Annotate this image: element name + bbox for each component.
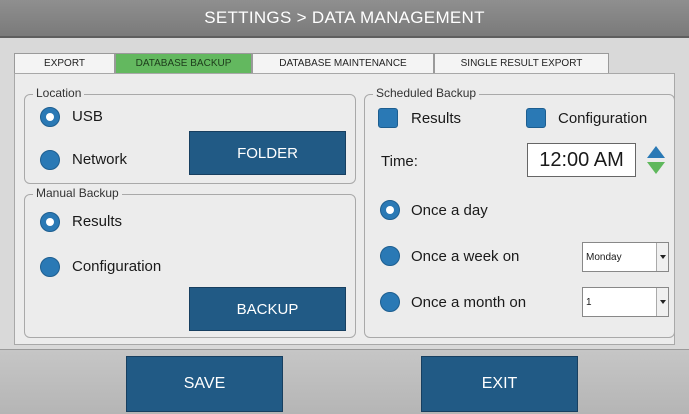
backup-button[interactable]: BACKUP <box>189 287 346 331</box>
save-button-label: SAVE <box>183 375 226 392</box>
scheduled-results-checkbox[interactable] <box>378 108 398 128</box>
month-day-value: 1 <box>586 296 592 308</box>
chevron-down-icon <box>656 243 668 271</box>
once-a-day-label: Once a day <box>411 202 488 219</box>
backup-button-label: BACKUP <box>236 300 299 318</box>
once-a-week-label: Once a week on <box>411 248 520 265</box>
tab-database-backup[interactable]: DATABASE BACKUP <box>115 53 252 73</box>
exit-button-label: EXIT <box>481 375 518 392</box>
manual-configuration-label: Configuration <box>72 258 162 275</box>
scheduled-configuration-checkbox[interactable] <box>526 108 546 128</box>
usb-radio[interactable] <box>40 107 60 127</box>
scheduled-results-label: Results <box>411 110 462 127</box>
time-input[interactable]: 12:00 AM <box>527 143 636 177</box>
time-label: Time: <box>381 153 418 170</box>
manual-backup-legend: Manual Backup <box>33 186 122 200</box>
week-day-value: Monday <box>586 251 622 263</box>
once-a-week-radio[interactable] <box>380 246 400 266</box>
week-day-select[interactable]: Monday <box>582 242 669 272</box>
once-a-month-label: Once a month on <box>411 294 527 311</box>
scheduled-configuration-label: Configuration <box>558 110 648 127</box>
tab-database-maintenance[interactable]: DATABASE MAINTENANCE <box>252 53 434 73</box>
chevron-down-icon <box>656 288 668 316</box>
tab-single-result-export[interactable]: SINGLE RESULT EXPORT <box>434 53 609 73</box>
folder-button-label: FOLDER <box>237 144 298 162</box>
save-button[interactable]: SAVE <box>126 356 283 412</box>
decrement-arrow-icon[interactable] <box>647 162 665 174</box>
increment-arrow-icon[interactable] <box>647 146 665 158</box>
month-day-select[interactable]: 1 <box>582 287 669 317</box>
tab-label: SINGLE RESULT EXPORT <box>460 58 583 69</box>
once-a-day-radio[interactable] <box>380 200 400 220</box>
network-radio[interactable] <box>40 150 60 170</box>
scheduled-backup-legend: Scheduled Backup <box>373 86 480 100</box>
tab-export[interactable]: EXPORT <box>14 53 115 73</box>
tab-label: DATABASE MAINTENANCE <box>279 58 407 69</box>
time-spinner <box>644 144 668 176</box>
time-value: 12:00 AM <box>539 148 624 171</box>
tab-label: DATABASE BACKUP <box>135 58 232 69</box>
page-title: SETTINGS > DATA MANAGEMENT <box>204 8 485 27</box>
title-bar: SETTINGS > DATA MANAGEMENT <box>0 0 689 38</box>
exit-button[interactable]: EXIT <box>421 356 578 412</box>
manual-configuration-radio[interactable] <box>40 257 60 277</box>
tab-label: EXPORT <box>44 58 85 69</box>
once-a-month-radio[interactable] <box>380 292 400 312</box>
folder-button[interactable]: FOLDER <box>189 131 346 175</box>
footer-bar <box>0 349 689 414</box>
location-legend: Location <box>33 86 85 100</box>
manual-results-radio[interactable] <box>40 212 60 232</box>
manual-results-label: Results <box>72 213 123 230</box>
usb-label: USB <box>72 108 103 125</box>
network-label: Network <box>72 151 128 168</box>
